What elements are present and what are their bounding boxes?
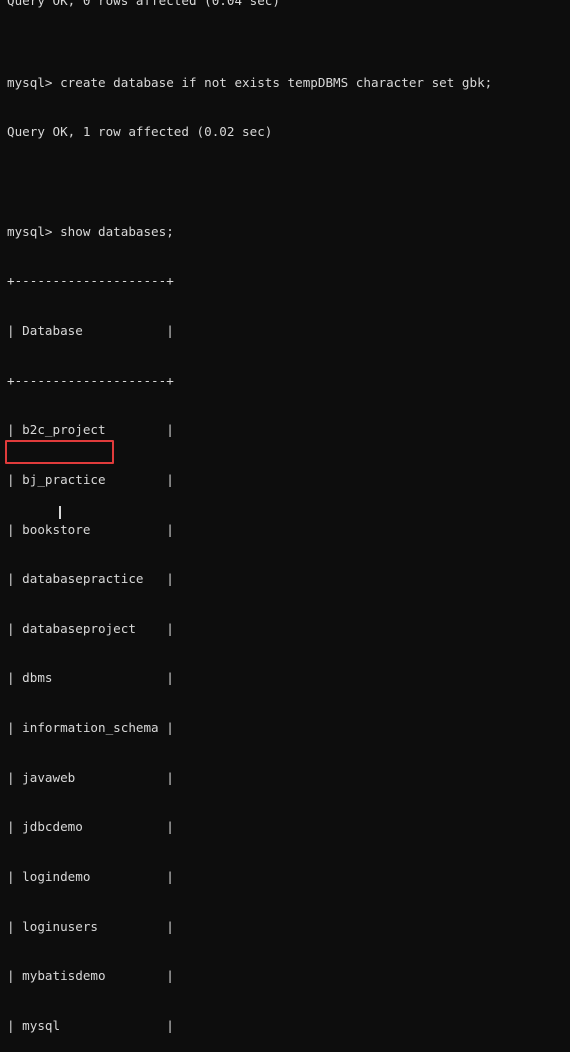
terminal-line-13: | dbms |	[7, 670, 174, 686]
terminal-line-18: | loginusers |	[7, 918, 174, 934]
terminal-line-4: mysql> show databases;	[7, 223, 174, 239]
terminal-screen[interactable]: mysql> create database if not exists tem…	[7, 0, 492, 1052]
terminal-line-8: | b2c_project |	[7, 422, 174, 438]
terminal-line-14: | information_schema |	[7, 720, 174, 736]
terminal-line-6: | Database |	[7, 322, 174, 338]
terminal-line-17: | logindemo |	[7, 868, 174, 884]
terminal-line-2: Query OK, 1 row affected (0.02 sec)	[7, 124, 273, 140]
terminal-line-7: +--------------------+	[7, 372, 174, 388]
terminal-line-3	[7, 174, 492, 191]
terminal-line-16: | jdbcdemo |	[7, 819, 174, 835]
terminal-line-5: +--------------------+	[7, 273, 174, 289]
terminal-line-12: | databaseproject |	[7, 620, 174, 636]
terminal-line-10: | bookstore |	[7, 521, 174, 537]
terminal-line-11: | databasepractice |	[7, 571, 174, 587]
terminal-line-9: | bj_practice |	[7, 471, 174, 487]
terminal-line-15: | javaweb |	[7, 769, 174, 785]
terminal-line-20: | mysql |	[7, 1017, 174, 1033]
text-cursor	[59, 506, 61, 519]
terminal-window[interactable]: Query OK, 0 rows affected (0.04 sec) mys…	[0, 0, 570, 1033]
terminal-line-1: mysql> create database if not exists tem…	[7, 74, 493, 90]
terminal-line-0	[7, 25, 492, 42]
terminal-line-19: | mybatisdemo |	[7, 968, 174, 984]
